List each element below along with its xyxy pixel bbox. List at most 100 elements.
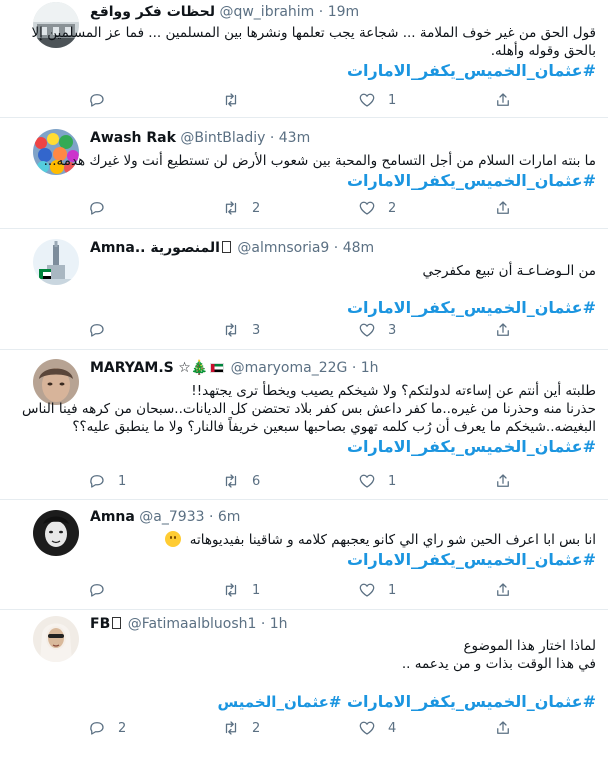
- reply-button[interactable]: [88, 580, 118, 600]
- hashtag-link[interactable]: #عثمان_الخميس_يكفر_الامارات: [96, 549, 596, 571]
- tweet[interactable]: FB @Fatimaalbluosh1 · 1h لماذا اختار هذا…: [0, 610, 608, 758]
- tweet[interactable]: لحظات فكر وواقع @qw_ibrahim · 19m قول ال…: [0, 0, 608, 118]
- emoji-glyph: [221, 241, 231, 253]
- reply-button[interactable]: [88, 320, 118, 340]
- hashtag-link[interactable]: #عثمان_الخميس: [217, 693, 341, 711]
- user-handle[interactable]: @qw_ibrahim: [219, 4, 314, 20]
- timestamp[interactable]: 1h: [270, 616, 288, 632]
- retweet-icon: [225, 323, 237, 337]
- tweet-header: FB @Fatimaalbluosh1 · 1h: [90, 614, 598, 634]
- timestamp[interactable]: 1h: [361, 360, 379, 376]
- share-button[interactable]: [494, 320, 512, 340]
- like-count: 1: [388, 473, 397, 489]
- tweet-header: Amna @a_7933 · 6m: [90, 507, 598, 527]
- hashtag-link[interactable]: #عثمان_الخميس_يكفر_الامارات: [96, 60, 596, 82]
- retweet-count: 6: [252, 473, 261, 489]
- hashtag-link[interactable]: #عثمان_الخميس_يكفر_الامارات: [96, 170, 596, 192]
- star-glyph: ☆: [178, 360, 191, 376]
- timestamp[interactable]: 6m: [218, 509, 241, 525]
- display-name[interactable]: MARYAM.S: [90, 360, 174, 376]
- timestamp[interactable]: 48m: [343, 240, 374, 256]
- retweet-button[interactable]: 2: [222, 198, 260, 218]
- reply-button[interactable]: 2: [88, 718, 126, 738]
- retweet-button[interactable]: [222, 90, 252, 110]
- heart-icon: [359, 201, 375, 215]
- like-button[interactable]: 4: [358, 718, 396, 738]
- heart-icon: [359, 323, 375, 337]
- retweet-button[interactable]: 3: [222, 320, 260, 340]
- tweet[interactable]: Awash Rak @BintBladiy · 43m ما بنته امار…: [0, 118, 608, 229]
- hashtag-link[interactable]: #عثمان_الخميس_يكفر_الامارات: [96, 297, 596, 319]
- display-name[interactable]: FB: [90, 616, 110, 632]
- share-button[interactable]: [494, 718, 512, 738]
- like-count: 3: [388, 322, 397, 338]
- share-icon: [497, 201, 509, 214]
- separator-dot: ·: [351, 360, 357, 376]
- like-button[interactable]: 1: [358, 580, 396, 600]
- tweet[interactable]: MARYAM.S ☆🎄 @maryoma_22G · 1h طلبته أين …: [0, 350, 608, 500]
- separator-dot: ·: [333, 240, 339, 256]
- tweet-text-line: طلبته أين أنتم عن إساءته لدولتكم؟ ولا شي…: [191, 383, 596, 399]
- smiley-emoji: [165, 531, 182, 547]
- like-button[interactable]: 1: [358, 471, 396, 491]
- heart-icon: [359, 583, 375, 597]
- avatar[interactable]: [33, 239, 79, 285]
- user-handle[interactable]: @maryoma_22G: [231, 360, 348, 376]
- reply-icon: [90, 722, 104, 735]
- tweet-header: MARYAM.S ☆🎄 @maryoma_22G · 1h: [90, 358, 598, 378]
- uae-flag-icon: [210, 363, 225, 373]
- user-handle[interactable]: @Fatimaalbluosh1: [128, 616, 257, 632]
- tweet-text-line: انا بس ابا اعرف الحين شو راي الي كانو يع…: [96, 531, 596, 549]
- like-button[interactable]: 3: [358, 320, 396, 340]
- retweet-count: 2: [252, 200, 261, 216]
- like-count: 4: [388, 720, 397, 736]
- separator-dot: ·: [208, 509, 214, 525]
- display-name[interactable]: Amna: [90, 509, 135, 525]
- retweet-button[interactable]: 2: [222, 718, 260, 738]
- tweet-actions: 2 2 4: [88, 718, 509, 738]
- share-icon: [497, 583, 509, 596]
- share-icon: [497, 721, 509, 734]
- share-button[interactable]: [494, 198, 512, 218]
- tweet-actions: 1 6 1: [88, 471, 509, 491]
- tweet[interactable]: Amna @a_7933 · 6m انا بس ابا اعرف الحين …: [0, 500, 608, 610]
- avatar[interactable]: [33, 359, 79, 405]
- user-handle[interactable]: @almnsoria9: [237, 240, 329, 256]
- reply-button[interactable]: 1: [88, 471, 126, 491]
- display-name[interactable]: لحظات فكر وواقع: [90, 4, 215, 20]
- tweet-text: من الـوضـاعـة أن تبيع مكفرجي #عثمان_الخم…: [96, 262, 596, 319]
- tweet[interactable]: Amna.. المنصورية @almnsoria9 · 48m من ال…: [0, 229, 608, 350]
- tweet-text-line: ما بنته امارات السلام من أجل التسامح وال…: [43, 153, 596, 169]
- reply-button[interactable]: [88, 198, 118, 218]
- tweet-feed: لحظات فكر وواقع @qw_ibrahim · 19m قول ال…: [0, 0, 608, 758]
- like-button[interactable]: 1: [358, 90, 396, 110]
- share-button[interactable]: [494, 471, 512, 491]
- retweet-button[interactable]: 1: [222, 580, 260, 600]
- display-name[interactable]: Awash Rak: [90, 130, 176, 146]
- avatar[interactable]: [33, 616, 79, 662]
- display-name[interactable]: Amna.. المنصورية: [90, 240, 220, 256]
- share-button[interactable]: [494, 580, 512, 600]
- retweet-button[interactable]: 6: [222, 471, 260, 491]
- hashtag-link[interactable]: #عثمان_الخميس_يكفر_الامارات: [347, 692, 596, 711]
- tweet-text-line: لماذا اختار هذا الموضوع: [463, 638, 596, 654]
- share-button[interactable]: [494, 90, 512, 110]
- timestamp[interactable]: 19m: [328, 4, 359, 20]
- heart-icon: [359, 93, 375, 107]
- timestamp[interactable]: 43m: [279, 130, 310, 146]
- emoji-glyph: [112, 617, 122, 629]
- like-button[interactable]: 2: [358, 198, 396, 218]
- tweet-header: لحظات فكر وواقع @qw_ibrahim · 19m: [90, 2, 598, 22]
- hashtag-link[interactable]: #عثمان_الخميس_يكفر_الامارات: [96, 436, 596, 458]
- user-handle[interactable]: @a_7933: [139, 509, 204, 525]
- retweet-count: 2: [252, 720, 261, 736]
- tweet-text: قول الحق من غير خوف الملامة ... شجاعة يج…: [31, 24, 596, 82]
- tweet-text-line: من الـوضـاعـة أن تبيع مكفرجي: [422, 263, 596, 279]
- heart-icon: [359, 721, 375, 735]
- avatar[interactable]: [33, 510, 79, 556]
- tweet-header: Amna.. المنصورية @almnsoria9 · 48m: [90, 238, 598, 258]
- reply-button[interactable]: [88, 90, 118, 110]
- user-handle[interactable]: @BintBladiy: [180, 130, 265, 146]
- tweet-actions: 2 2: [88, 198, 509, 218]
- tweet-text: ما بنته امارات السلام من أجل التسامح وال…: [43, 152, 596, 192]
